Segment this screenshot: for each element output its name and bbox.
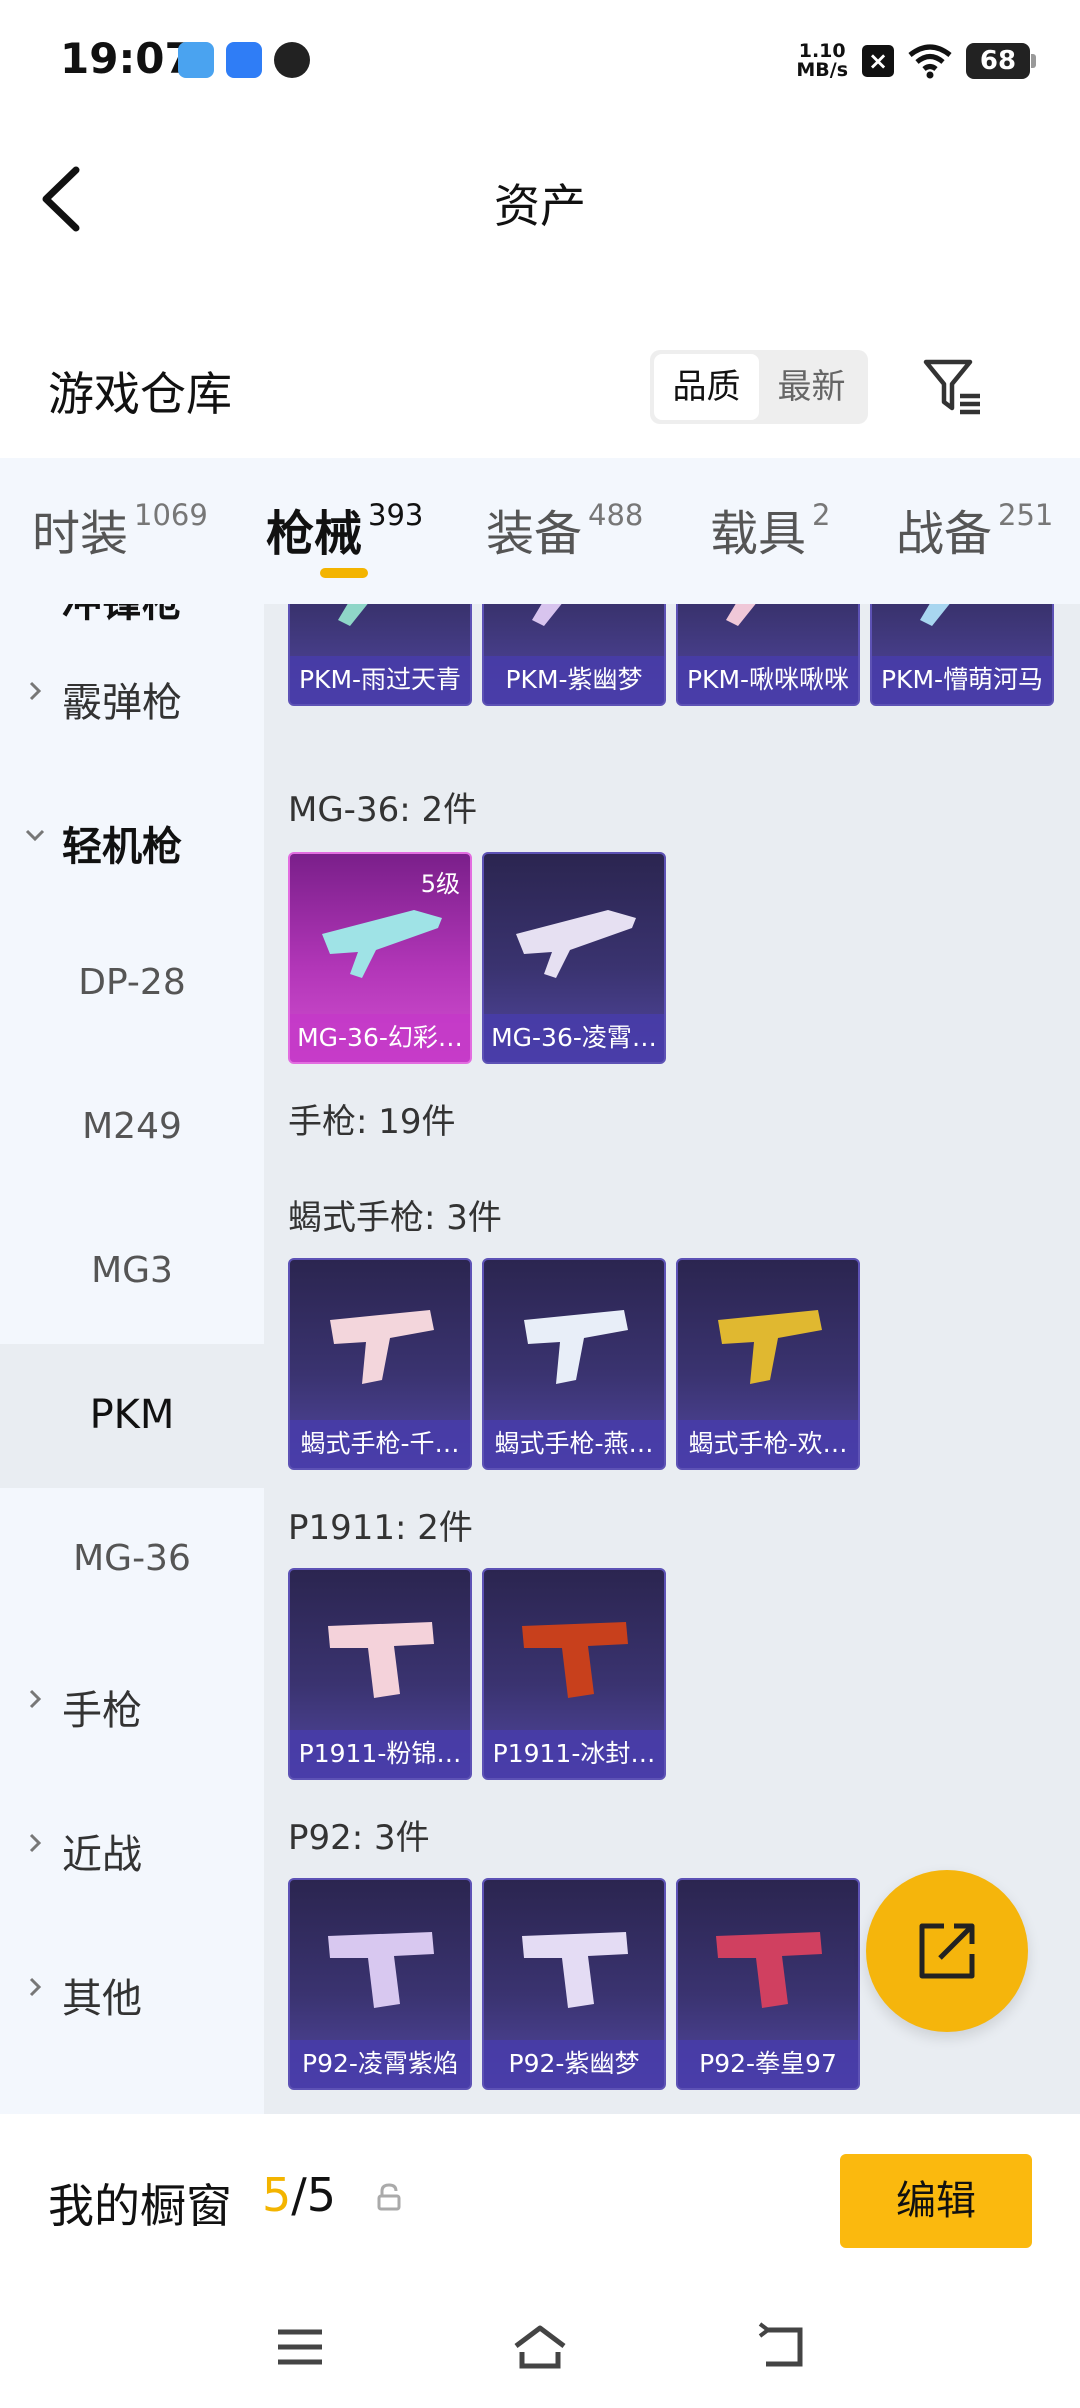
sort-by-newest[interactable]: 最新 — [759, 354, 864, 420]
warehouse-header: 游戏仓库 品质 最新 — [0, 330, 1080, 450]
sidebar-item-shotgun[interactable]: 霰弹枪 — [0, 624, 264, 768]
skin-card[interactable]: 蝎式手枪-燕… — [482, 1258, 666, 1470]
chevron-right-icon — [29, 681, 42, 701]
showcase-count: 5/5 — [262, 2168, 337, 2222]
menu-icon — [278, 2329, 322, 2365]
section-title-p92: P92: 3件 — [288, 1818, 430, 1858]
status-bar: 19:07 1.10 MB/s × 68 — [0, 0, 1080, 120]
edit-button[interactable]: 编辑 — [840, 2154, 1032, 2248]
pistol-icon — [330, 1310, 434, 1384]
pistol-icon — [716, 1932, 822, 2008]
nav-menu-button[interactable] — [270, 2320, 330, 2374]
tab-vehicles[interactable]: 载具 2 — [710, 494, 830, 564]
skin-card[interactable]: PKM-雨过天青 — [288, 604, 472, 706]
pistol-icon — [522, 1622, 628, 1698]
page-title: 资产 — [494, 179, 586, 233]
no-sim-icon: × — [862, 45, 894, 77]
sort-toggle: 品质 最新 — [650, 350, 868, 424]
skin-card[interactable]: MG-36-凌霄… — [482, 852, 666, 1064]
tab-equipment[interactable]: 装备 488 — [486, 494, 643, 564]
category-tabs: 时装 1069 枪械 393 装备 488 载具 2 战备 251 — [0, 458, 1080, 604]
lmg-icon — [520, 604, 562, 626]
sort-by-quality[interactable]: 品质 — [654, 354, 759, 420]
lmg-icon — [908, 604, 950, 626]
lmg-icon — [322, 910, 442, 978]
filter-button[interactable] — [920, 354, 986, 420]
warehouse-title: 游戏仓库 — [48, 367, 232, 421]
lmg-icon — [516, 910, 636, 978]
sidebar-item-lmg[interactable]: 轻机枪 — [0, 768, 264, 912]
pistol-icon — [328, 1932, 434, 2008]
chevron-down-icon — [25, 829, 45, 842]
active-tab-indicator — [320, 568, 368, 578]
my-showcase-bar: 我的橱窗 5/5 编辑 — [0, 2114, 1080, 2286]
sidebar-item-mg36[interactable]: MG-36 — [0, 1488, 264, 1632]
skin-card[interactable]: PKM-啾咪啾咪 — [676, 604, 860, 706]
lock-icon — [377, 2183, 401, 2211]
nav-home-button[interactable] — [510, 2320, 570, 2374]
notification-app-icon — [226, 42, 262, 78]
skin-card[interactable]: P92-紫幽梦 — [482, 1878, 666, 2090]
skin-card[interactable]: P92-凌霄紫焰 — [288, 1878, 472, 2090]
tab-weapons[interactable]: 枪械 393 — [266, 494, 423, 564]
pistol-icon — [328, 1622, 434, 1698]
back-icon — [758, 2322, 803, 2367]
filter-icon — [923, 359, 980, 415]
notification-app-icon — [178, 42, 214, 78]
skin-card[interactable]: 蝎式手枪-欢… — [676, 1258, 860, 1470]
system-nav-bar — [0, 2286, 1080, 2408]
wifi-icon — [908, 44, 952, 79]
chevron-right-icon — [29, 1689, 42, 1709]
lmg-icon — [714, 604, 756, 626]
tab-supplies[interactable]: 战备 251 — [896, 494, 1053, 564]
section-title-mg36: MG-36: 2件 — [288, 790, 478, 830]
chevron-right-icon — [29, 1977, 42, 1997]
network-speed: 1.10 MB/s — [796, 40, 848, 81]
lmg-icon — [326, 604, 368, 626]
skin-card[interactable]: PKM-懵萌河马 — [870, 604, 1054, 706]
section-title-scorpion: 蝎式手枪: 3件 — [288, 1198, 502, 1238]
sidebar-item-mg3[interactable]: MG3 — [0, 1200, 264, 1344]
pistol-icon — [522, 1932, 628, 2008]
showcase-title: 我的橱窗 — [48, 2179, 232, 2233]
weapon-type-sidebar: 冲锋枪 霰弹枪 轻机枪 DP-28 M249 MG3 PKM MG-36 手枪 … — [0, 604, 264, 2114]
sidebar-item-melee[interactable]: 近战 — [0, 1776, 264, 1920]
home-icon — [514, 2325, 566, 2369]
pistol-icon — [524, 1310, 628, 1384]
sidebar-item-m249[interactable]: M249 — [0, 1056, 264, 1200]
pistol-icon — [718, 1310, 822, 1384]
tab-fashion[interactable]: 时装 1069 — [32, 494, 208, 564]
share-button[interactable] — [866, 1870, 1028, 2032]
nav-back-button[interactable] — [752, 2320, 812, 2374]
sidebar-item-other[interactable]: 其他 — [0, 1920, 264, 2064]
skin-card[interactable]: P1911-冰封… — [482, 1568, 666, 1780]
skin-card[interactable]: 5级 MG-36-幻彩… — [288, 852, 472, 1064]
section-title-pistol: 手枪: 19件 — [288, 1102, 456, 1142]
skin-card[interactable]: PKM-紫幽梦 — [482, 604, 666, 706]
sidebar-item-dp28[interactable]: DP-28 — [0, 912, 264, 1056]
skin-card[interactable]: P1911-粉锦… — [288, 1568, 472, 1780]
skin-card[interactable]: 蝎式手枪-千… — [288, 1258, 472, 1470]
section-title-p1911: P1911: 2件 — [288, 1508, 473, 1548]
qq-icon — [274, 42, 310, 78]
chevron-right-icon — [29, 1833, 42, 1853]
status-time: 19:07 — [60, 34, 194, 83]
share-icon — [919, 1923, 975, 1979]
battery-indicator: 68 — [966, 43, 1036, 79]
app-header: 资产 — [0, 120, 1080, 280]
sidebar-item-pkm[interactable]: PKM — [0, 1344, 264, 1488]
sidebar-item-pistol[interactable]: 手枪 — [0, 1632, 264, 1776]
skin-card[interactable]: P92-拳皇97 — [676, 1878, 860, 2090]
